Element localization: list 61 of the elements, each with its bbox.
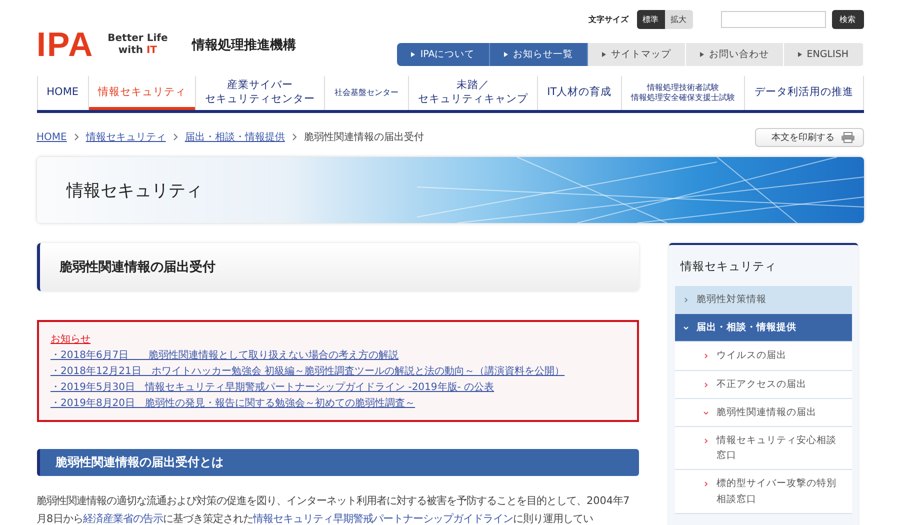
page-title: 脆弱性関連情報の届出受付 xyxy=(36,243,638,291)
notice-link[interactable]: ・2019年8月20日 脆弱性の発見・報告に関する勉強会～初めての脆弱性調査～ xyxy=(50,396,416,410)
caret-icon xyxy=(682,297,688,303)
caret-icon xyxy=(702,438,708,444)
header-link[interactable]: お問い合わせ xyxy=(686,43,784,66)
notice-link[interactable]: ・2019年5月30日 情報セキュリティ早期警戒パートナーシップガイドライン -2019年版- の公表 xyxy=(50,380,494,394)
notice-link[interactable]: ・2018年12月21日 ホワイトハッカー勉強会 初級編～脆弱性調査ツールの解説と法の動向～（講演資料を公開） xyxy=(50,364,565,378)
breadcrumb-link[interactable]: 届出・相談・情報提供 xyxy=(184,130,285,144)
triangle-icon xyxy=(602,52,606,57)
header-link[interactable]: ENGLISH xyxy=(784,43,864,66)
printer-icon xyxy=(840,132,854,142)
search-field[interactable] xyxy=(720,11,826,28)
chevron-icon xyxy=(172,133,178,141)
caret-icon xyxy=(702,353,708,360)
sidebar-item[interactable]: 標的型サイバー攻撃の特別相談窓口 xyxy=(674,470,852,514)
sidebar-item[interactable]: 脆弱性対策情報 xyxy=(674,286,852,314)
print-button[interactable]: 本文を印刷する xyxy=(754,128,864,146)
triangle-icon xyxy=(798,52,802,57)
nav-tab[interactable]: HOME xyxy=(36,76,88,110)
breadcrumb-link[interactable]: HOME xyxy=(36,132,67,142)
organization-name: 情報処理推進機構 xyxy=(192,37,296,54)
sidebar-item[interactable]: 情報セキュリティ安心相談窓口 xyxy=(674,426,852,470)
notice-title-link[interactable]: お知らせ xyxy=(50,332,90,346)
sidebar-title: 情報セキュリティ xyxy=(679,258,778,275)
logo-mark[interactable]: IPA xyxy=(36,26,94,64)
triangle-icon xyxy=(411,52,416,57)
header-link[interactable]: IPAについて xyxy=(397,43,490,66)
nav-tab[interactable]: 社会基盤センター xyxy=(324,76,408,110)
notice-link[interactable]: ・2018年6月7日 脆弱性関連情報として取り扱えない場合の考え方の解説 xyxy=(50,348,399,362)
header-link[interactable]: お知らせ一覧 xyxy=(490,43,588,66)
breadcrumb-current: 脆弱性関連情報の届出受付 xyxy=(304,130,424,144)
nav-tab[interactable]: 情報処理技術者試験 情報処理安全確保支援士試験 xyxy=(620,76,744,110)
triangle-icon xyxy=(504,52,508,57)
sidebar-item[interactable]: ウイルスの届出 xyxy=(674,342,852,371)
section-heading: 脆弱性関連情報の届出受付とは xyxy=(36,449,638,476)
banner-title: 情報セキュリティ xyxy=(66,180,202,202)
nav-tab[interactable]: 産業サイバー セキュリティセンター xyxy=(195,76,324,110)
nav-tab[interactable]: 未踏／ セキュリティキャンプ xyxy=(408,76,537,110)
font-size-option[interactable]: 拡大 xyxy=(664,10,692,29)
breadcrumb-link[interactable]: 情報セキュリティ xyxy=(86,130,166,144)
intro-paragraph: 脆弱性関連情報の適切な流通および対策の促進を図り、インターネット利用者に対する被害を予防することを目的として、2004年7月8日から経済産業省の告示に基づき策定された情報セキュリティ早期警戒パートナーシップガイドラインに則り運用してい xyxy=(36,494,631,525)
inline-link[interactable]: 経済産業省の告示 xyxy=(83,513,164,525)
inline-link[interactable]: 情報セキュリティ早期警戒パートナーシップガイドライン xyxy=(253,513,514,525)
chevron-icon xyxy=(292,133,297,141)
nav-tab[interactable]: データ利活用の推進 xyxy=(744,76,864,110)
header-link[interactable]: サイトマップ xyxy=(588,43,686,66)
chevron-icon xyxy=(74,133,79,141)
sidebar-item[interactable]: 届出・相談・情報提供 xyxy=(674,314,852,342)
font-size-label: 文字サイズ xyxy=(588,14,628,25)
sidebar-item[interactable]: 脆弱性関連情報の届出 xyxy=(674,398,852,427)
caret-icon xyxy=(682,325,688,332)
sidebar-item[interactable]: 不正アクセスの届出 xyxy=(674,370,852,399)
caret-icon xyxy=(702,410,708,416)
nav-tab[interactable]: IT人材の育成 xyxy=(537,76,621,110)
search-button[interactable]: 検索 xyxy=(832,10,864,29)
nav-tab[interactable]: 情報セキュリティ xyxy=(88,76,196,110)
font-size-option[interactable]: 標準 xyxy=(636,10,664,29)
caret-icon xyxy=(702,382,708,388)
caret-icon xyxy=(702,481,708,488)
logo-tagline: Better Life with IT xyxy=(108,33,168,57)
triangle-icon xyxy=(700,52,704,57)
